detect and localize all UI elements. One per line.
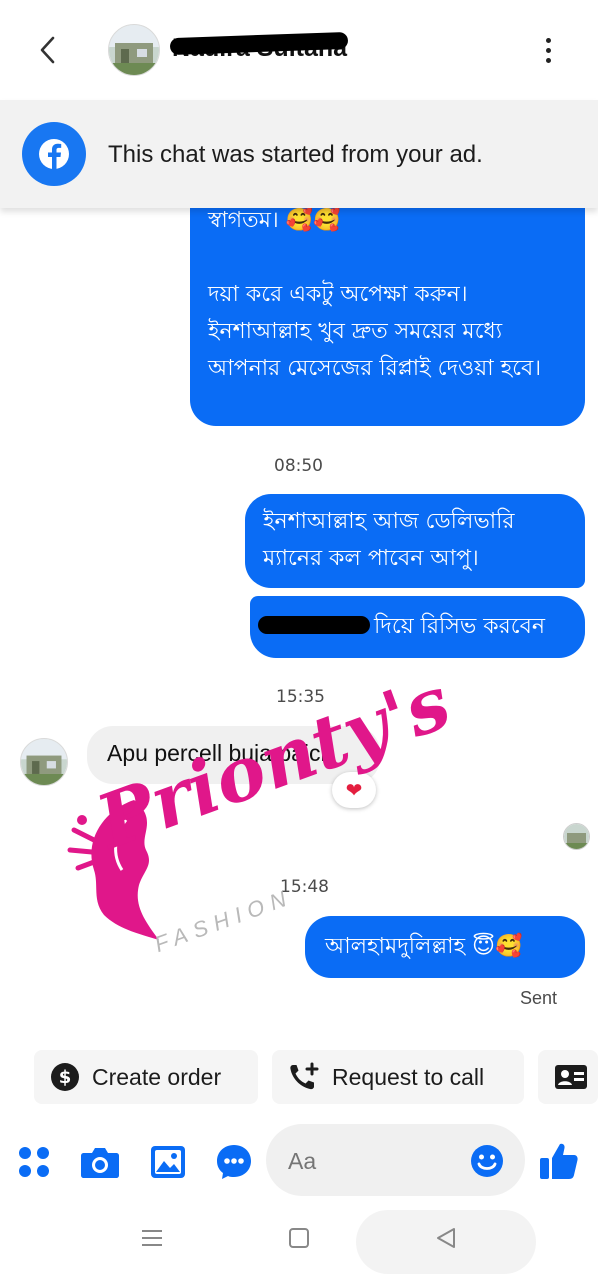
gallery-icon xyxy=(151,1146,185,1178)
sender-avatar[interactable] xyxy=(20,738,68,786)
gallery-button[interactable] xyxy=(146,1140,190,1184)
message-bubble-outgoing[interactable]: ইনশাআল্লাহ আজ ডেলিভারি ম্যানের কল পাবেন … xyxy=(245,494,585,588)
message-text: দিয়ে রিসিভ করবেন xyxy=(374,614,545,639)
facebook-icon xyxy=(22,122,86,186)
thumbs-up-button[interactable] xyxy=(538,1140,580,1182)
request-to-call-label: Request to call xyxy=(332,1063,485,1090)
message-text: আলহামদুলিল্লাহ 😇🥰 xyxy=(325,934,523,959)
request-to-call-button[interactable]: Request to call xyxy=(272,1050,524,1104)
contact-card-button[interactable] xyxy=(538,1050,598,1104)
emoji-button[interactable] xyxy=(470,1144,504,1178)
home-button[interactable] xyxy=(287,1226,311,1250)
sent-status: Sent xyxy=(520,988,558,1008)
recent-apps-button[interactable] xyxy=(140,1226,164,1250)
contact-avatar[interactable] xyxy=(108,24,160,76)
create-order-label: Create order xyxy=(92,1063,222,1090)
more-options-button[interactable] xyxy=(532,34,564,66)
message-redaction xyxy=(258,616,370,634)
menu-lines-icon xyxy=(142,1230,162,1246)
ad-banner-text: This chat was started from your ad. xyxy=(108,141,483,168)
message-text: স্বাগতম। 🥰🥰 দয়া করে একটু অপেক্ষা করুন। … xyxy=(208,208,542,381)
square-icon xyxy=(289,1228,309,1248)
system-back-button[interactable] xyxy=(434,1226,458,1250)
camera-icon xyxy=(81,1148,119,1178)
chat-extensions-button[interactable] xyxy=(212,1140,256,1184)
triangle-back-icon xyxy=(437,1228,455,1248)
svg-text:$: $ xyxy=(59,1067,72,1088)
seen-indicator-avatar xyxy=(563,823,590,850)
contact-card-icon xyxy=(554,1064,588,1090)
emoji-icon xyxy=(471,1145,503,1177)
heart-icon: ❤ xyxy=(345,778,363,802)
message-bubble-outgoing[interactable]: স্বাগতম। 🥰🥰 দয়া করে একটু অপেক্ষা করুন। … xyxy=(190,180,585,426)
camera-button[interactable] xyxy=(78,1140,122,1184)
back-button[interactable] xyxy=(28,30,68,70)
create-order-button[interactable]: $ Create order xyxy=(34,1050,258,1104)
apps-button[interactable] xyxy=(14,1140,54,1184)
phone-add-icon xyxy=(288,1062,320,1092)
dollar-icon: $ xyxy=(50,1062,80,1092)
chat-bubble-icon xyxy=(217,1145,251,1179)
message-bubble-outgoing[interactable]: আলহামদুলিল্লাহ 😇🥰 xyxy=(305,916,585,978)
message-text: ইনশাআল্লাহ আজ ডেলিভারি ম্যানের কল পাবেন … xyxy=(263,509,515,571)
thumbs-up-icon xyxy=(540,1143,578,1179)
timestamp: 08:50 xyxy=(274,456,323,476)
apps-icon xyxy=(19,1147,49,1177)
message-input[interactable] xyxy=(286,1144,470,1178)
more-vertical-icon xyxy=(545,37,551,43)
chevron-left-icon xyxy=(40,36,55,64)
